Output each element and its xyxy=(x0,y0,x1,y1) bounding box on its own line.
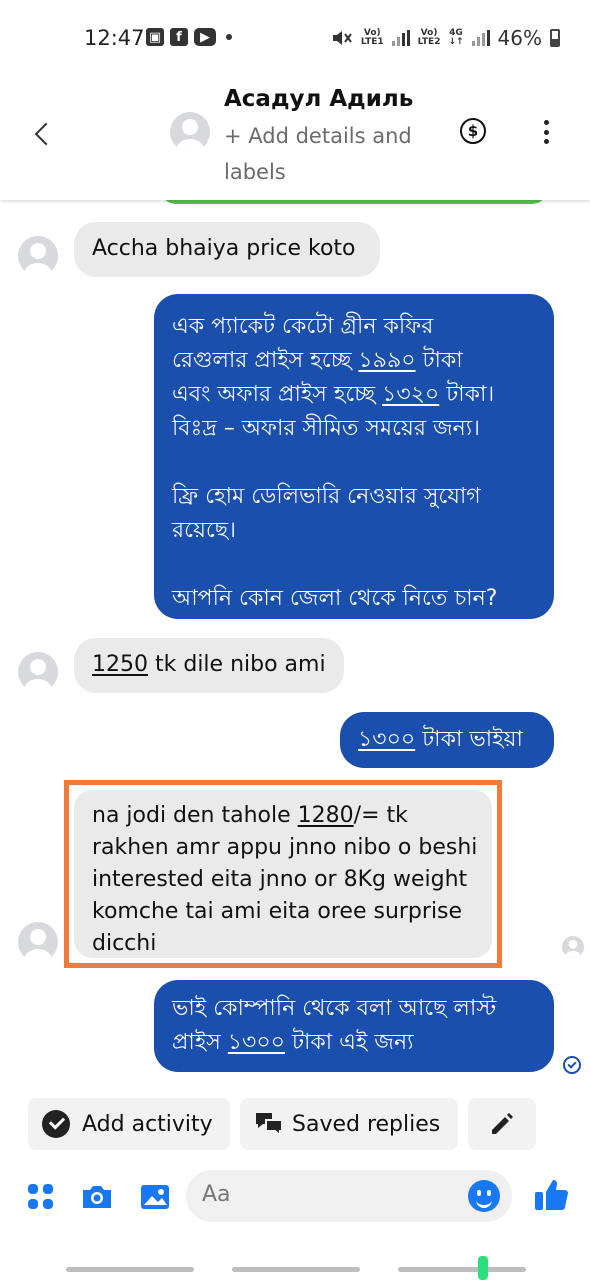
youtube-icon: ▶ xyxy=(194,28,216,46)
nav-indicator xyxy=(478,1256,488,1280)
battery-percent: 46% xyxy=(497,26,542,50)
check-circle-icon xyxy=(42,1110,70,1138)
signal-icon xyxy=(471,30,490,46)
message-outgoing[interactable]: ১৩০০ টাকা ভাইয়া xyxy=(340,712,554,768)
message-incoming[interactable]: 1250 tk dile nibo ami xyxy=(74,638,344,693)
sender-avatar xyxy=(18,236,58,276)
add-activity-button[interactable]: Add activity xyxy=(28,1098,230,1150)
nav-back[interactable] xyxy=(398,1267,526,1272)
signal-icon xyxy=(391,30,410,46)
read-receipt-avatar xyxy=(562,936,584,958)
message-text: টাকা ভাইয়া xyxy=(415,727,523,752)
chat-bubbles-icon xyxy=(256,1113,283,1137)
message-outgoing[interactable]: এক প্যাকেট কেটো গ্রীন কফির রেগুলার প্রাই… xyxy=(154,294,554,619)
message-text: tk dile nibo ami xyxy=(148,652,326,677)
highlight-annotation xyxy=(64,780,502,968)
input-placeholder: Aa xyxy=(202,1182,231,1207)
edit-button[interactable] xyxy=(468,1098,536,1150)
contact-avatar[interactable] xyxy=(170,112,210,152)
sim2-label: Vo) LTE2 xyxy=(417,28,441,47)
network-type: 4G ↓↑ xyxy=(448,28,464,47)
more-notifications-icon xyxy=(226,34,232,40)
message-text: Accha bhaiya price koto xyxy=(92,236,356,261)
photo-gallery-icon[interactable] xyxy=(138,1180,172,1214)
message-number: ১৩০০ xyxy=(358,727,416,752)
emoji-icon[interactable] xyxy=(468,1180,500,1212)
add-details-link[interactable]: + Add details and labels xyxy=(224,118,444,190)
message-incoming[interactable]: Accha bhaiya price koto xyxy=(74,222,380,277)
contact-name[interactable]: Асадул Адиль xyxy=(224,86,413,112)
message-outgoing[interactable]: ভাই কোম্পানি থেকে বলা আছে লাস্ট প্রাইস ১… xyxy=(154,980,554,1072)
message-text: এক প্যাকেট কেটো গ্রীন কফির রেগুলার প্রাই… xyxy=(172,314,498,611)
facebook-icon: f xyxy=(170,28,188,46)
dollar-icon[interactable]: $ xyxy=(460,118,486,144)
pencil-icon xyxy=(492,1113,513,1134)
battery-icon xyxy=(550,29,560,47)
conversation-header: Асадул Адиль + Add details and labels $ xyxy=(0,72,590,200)
message-input[interactable]: Aa xyxy=(186,1170,512,1222)
message-text: ভাই কোম্পানি থেকে বলা আছে লাস্ট প্রাইস ১… xyxy=(172,996,497,1055)
sender-avatar xyxy=(18,652,58,692)
message-number: 1250 xyxy=(92,652,148,677)
sim1-label: Vo) LTE1 xyxy=(360,28,384,47)
camera-icon[interactable] xyxy=(80,1180,114,1214)
saved-replies-label: Saved replies xyxy=(292,1111,441,1137)
gallery-icon: ▣ xyxy=(146,28,164,46)
like-thumb-icon[interactable] xyxy=(532,1176,570,1214)
status-bar: 12:47 ▣ f ▶ Vo) LTE1 Vo) LTE2 4G ↓↑ 46% xyxy=(0,0,590,72)
nav-home[interactable] xyxy=(232,1267,360,1272)
sent-check-icon xyxy=(563,1056,581,1074)
mute-icon xyxy=(332,31,352,45)
nav-recents[interactable] xyxy=(66,1267,194,1272)
add-activity-label: Add activity xyxy=(82,1111,213,1137)
more-options-icon[interactable] xyxy=(542,120,550,144)
apps-grid-icon[interactable] xyxy=(24,1180,58,1214)
back-button[interactable] xyxy=(26,114,58,154)
saved-replies-button[interactable]: Saved replies xyxy=(240,1098,458,1150)
status-time: 12:47 xyxy=(84,26,145,50)
sender-avatar xyxy=(18,922,58,962)
